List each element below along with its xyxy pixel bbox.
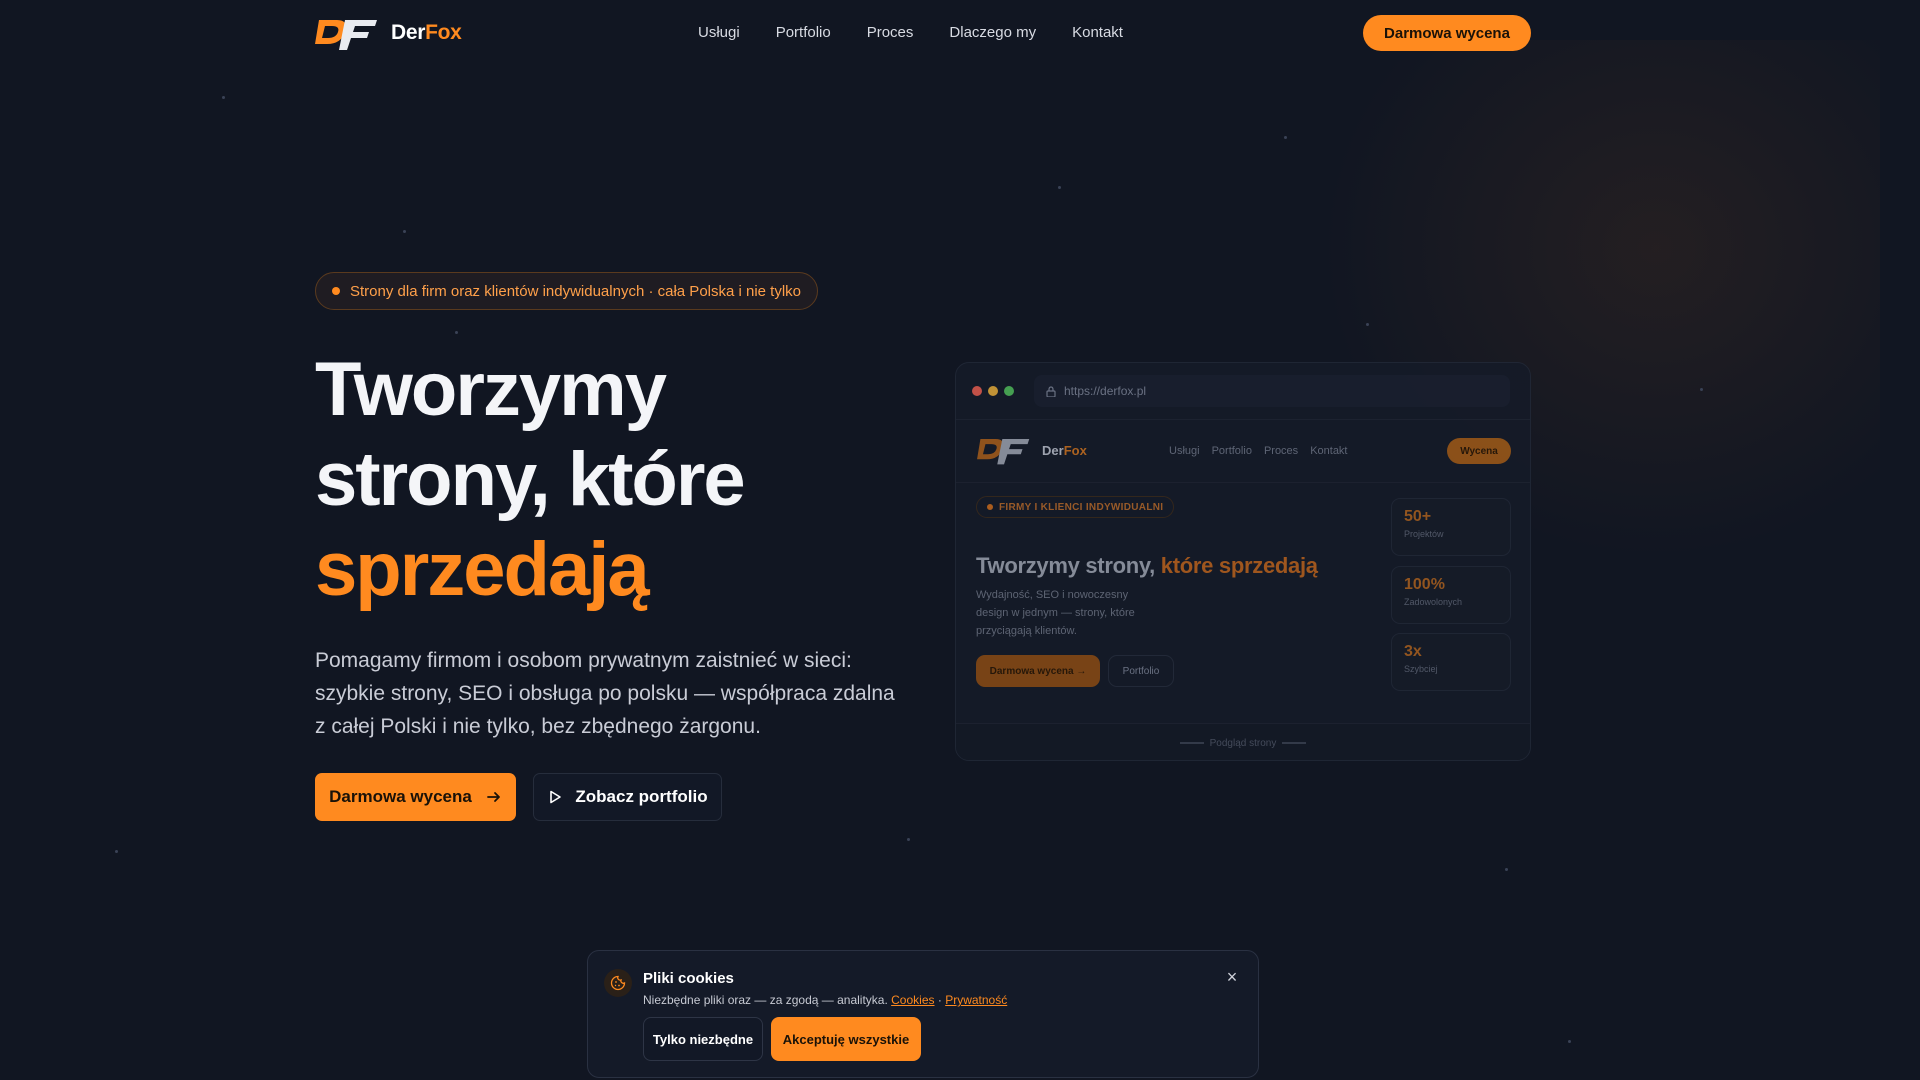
mockup-page: DerFox Usługi Portfolio Proces Kontakt W… [956, 419, 1530, 760]
mockup-stat-card: 100% Zadowolonych [1391, 566, 1511, 624]
mockup-stat-card: 50+ Projektów [1391, 498, 1511, 556]
mockup-logo-icon [977, 439, 1030, 465]
mockup-stat-label: Zadowolonych [1404, 597, 1463, 607]
mockup-brand: DerFox [976, 434, 1087, 466]
nav-links: Usługi Portfolio Proces Dlaczego my Kont… [698, 24, 1123, 41]
mockup-stat-card: 3x Szybciej [1391, 633, 1511, 691]
privacy-policy-link[interactable]: Prywatność [945, 993, 1007, 1007]
mockup-brand-suffix: Fox [1063, 442, 1087, 458]
mockup-nav-item: Usługi [1169, 445, 1200, 457]
headline-accent: sprzedają [315, 527, 650, 612]
browser-mockup: https://derfox.pl DerFox Usługi Portfoli… [955, 362, 1531, 761]
background-dot [1700, 388, 1703, 391]
mockup-url-text: https://derfox.pl [1064, 384, 1147, 398]
nav-link-portfolio[interactable]: Portfolio [776, 24, 831, 41]
mockup-primary-button: Darmowa wycena → [976, 655, 1100, 687]
mockup-footer-caption: Podgląd strony [956, 738, 1530, 749]
background-dot [907, 838, 910, 841]
nav-link-dlaczego-my[interactable]: Dlaczego my [949, 24, 1036, 41]
background-dot [403, 230, 406, 233]
cookie-icon [604, 969, 632, 997]
nav-link-kontakt[interactable]: Kontakt [1072, 24, 1123, 41]
brand-name-suffix: Fox [425, 21, 462, 44]
badge-dot-icon [332, 287, 340, 295]
mockup-stat-label: Szybciej [1404, 664, 1438, 674]
cookie-text: Niezbędne pliki oraz — za zgodą — analit… [643, 993, 1007, 1007]
mockup-nav: Usługi Portfolio Proces Kontakt [1169, 445, 1348, 457]
background-dot [1568, 1040, 1571, 1043]
mockup-cta: Wycena [1447, 438, 1511, 464]
window-close-dot-icon [972, 386, 982, 396]
close-icon[interactable]: × [1224, 968, 1240, 986]
mockup-badge-dot-icon [987, 504, 993, 510]
background-dot [1366, 323, 1369, 326]
mockup-url-bar: https://derfox.pl [1034, 375, 1510, 407]
mockup-nav-item: Portfolio [1211, 445, 1252, 457]
mockup-stat-value: 100% [1404, 576, 1445, 593]
background-dot [1058, 186, 1061, 189]
cookies-policy-link[interactable]: Cookies [891, 993, 934, 1007]
hero-badge: Strony dla firm oraz klientów indywidual… [315, 272, 819, 310]
mockup-divider [956, 482, 1530, 483]
mockup-stat-value: 3x [1404, 643, 1422, 660]
brand-name: DerFox [391, 21, 462, 45]
window-minimize-dot-icon [988, 386, 998, 396]
hero-headline: Tworzymy strony, które sprzedają [315, 345, 935, 615]
background-dot [1505, 868, 1508, 871]
mockup-browser-bar: https://derfox.pl [956, 363, 1530, 419]
mockup-footer: Podgląd strony [956, 723, 1530, 760]
footer-line-left [1179, 742, 1204, 745]
cookie-title: Pliki cookies [643, 970, 734, 987]
nav-link-proces[interactable]: Proces [867, 24, 914, 41]
mockup-title: Tworzymy strony, które sprzedają [976, 553, 1318, 579]
mockup-secondary-button: Portfolio [1108, 655, 1174, 687]
hero-quote-button-label: Darmowa wycena [329, 787, 472, 806]
cookie-separator: · [937, 993, 942, 1007]
mockup-footer-text: Podgląd strony [1209, 738, 1277, 749]
arrow-right-icon [486, 792, 500, 802]
mockup-nav-item: Proces [1263, 445, 1299, 457]
mockup-title-main: Tworzymy strony, [976, 553, 1155, 578]
hero-lead-text: Pomagamy firmom i osobom prywatnym zaist… [315, 649, 895, 738]
headline-line-2: strony, które [315, 437, 746, 522]
derfox-logo-icon [315, 20, 377, 50]
lock-icon [1046, 385, 1056, 397]
window-maximize-dot-icon [1004, 386, 1014, 396]
brand-name-prefix: Der [391, 21, 426, 44]
background-dot [455, 331, 458, 334]
mockup-stat-value: 50+ [1404, 508, 1432, 525]
mockup-description: Wydajność, SEO i nowoczesny design w jed… [976, 589, 1135, 637]
hero-quote-button[interactable]: Darmowa wycena [315, 773, 516, 821]
hero-badge-text: Strony dla firm oraz klientów indywidual… [350, 282, 802, 300]
mockup-badge-text: FIRMY I KLIENCI INDYWIDUALNI [999, 501, 1164, 513]
mockup-nav-item: Kontakt [1310, 445, 1348, 457]
mockup-badge: FIRMY I KLIENCI INDYWIDUALNI [976, 496, 1175, 518]
cookie-description: Niezbędne pliki oraz — za zgodą — analit… [643, 993, 888, 1007]
mockup-brand-name: DerFox [1042, 443, 1087, 458]
footer-line-right [1282, 742, 1307, 745]
nav-link-uslugi[interactable]: Usługi [698, 24, 740, 41]
mockup-stat-label: Projektów [1404, 529, 1444, 539]
top-navigation: DerFox Usługi Portfolio Proces Dlaczego … [0, 0, 1920, 66]
background-dot [222, 96, 225, 99]
headline-line-1: Tworzymy [315, 347, 667, 432]
mockup-brand-prefix: Der [1042, 442, 1064, 458]
background-dot [115, 850, 118, 853]
mockup-title-accent: które sprzedają [1160, 553, 1318, 578]
cookie-essential-only-button[interactable]: Tylko niezbędne [643, 1017, 763, 1061]
play-icon [550, 790, 562, 804]
nav-quote-button[interactable]: Darmowa wycena [1363, 15, 1531, 51]
hero-portfolio-button[interactable]: Zobacz portfolio [533, 773, 722, 821]
cookie-banner: Pliki cookies Niezbędne pliki oraz — za … [587, 950, 1259, 1078]
cookie-accept-all-button[interactable]: Akceptuję wszystkie [771, 1017, 921, 1061]
background-dot [1284, 136, 1287, 139]
brand-logo[interactable]: DerFox [315, 14, 462, 52]
hero-portfolio-button-label: Zobacz portfolio [575, 787, 708, 806]
